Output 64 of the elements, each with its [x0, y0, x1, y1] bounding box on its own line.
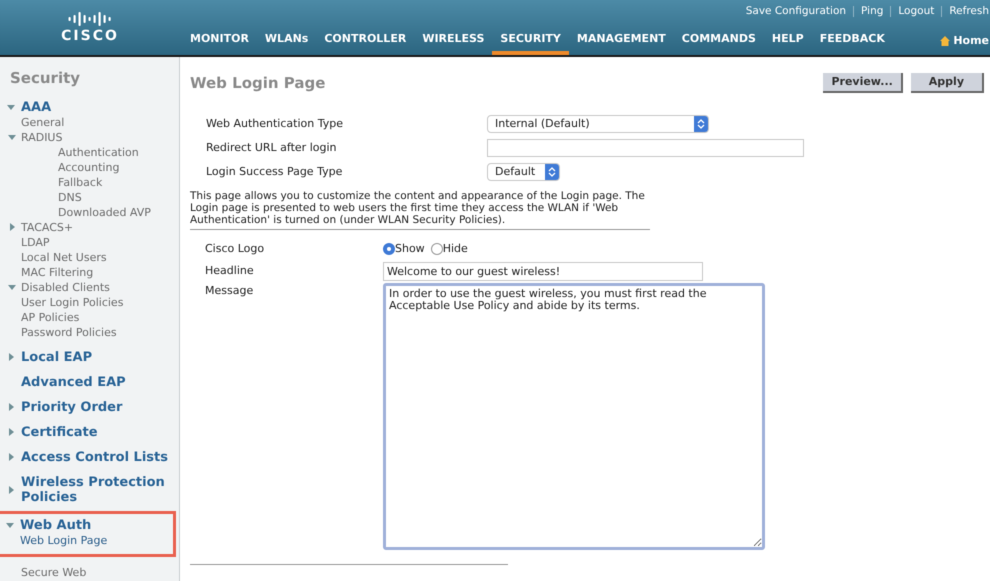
header-link[interactable]: Logout [890, 6, 934, 18]
sidebar-link[interactable]: MAC Filtering [21, 264, 94, 280]
nav-tab[interactable]: FEEDBACK [812, 28, 893, 55]
sidebar-section[interactable]: Advanced EAP [21, 374, 126, 390]
sidebar-link[interactable]: Fallback [58, 174, 102, 190]
sidebar-link[interactable]: Password Policies [21, 324, 117, 340]
radio-label: Show [395, 240, 425, 256]
field-label: Login Success Page Type [206, 164, 344, 180]
sidebar-link[interactable]: Disabled Clients [21, 280, 110, 294]
sidebar-link[interactable]: User Login Policies [21, 294, 124, 310]
home-icon [940, 36, 950, 46]
dropdown-field[interactable]: Internal (Default) [487, 115, 709, 133]
message-textarea[interactable]: In order to use the guest wireless, you must first read the Acceptable Use Policy and abide by its terms. [383, 283, 765, 550]
field-label: Redirect URL after login [206, 140, 338, 156]
field-label: Web Authentication Type [206, 116, 344, 132]
field-label: Headline [205, 263, 255, 280]
header-link[interactable]: Save Configuration [746, 4, 846, 20]
home-link[interactable]: Home [940, 32, 989, 55]
radio-label: Hide [442, 240, 468, 256]
sidebar-link[interactable]: TACACS+ [21, 220, 74, 234]
sidebar-section[interactable]: Wireless Protection Policies [21, 474, 171, 504]
nav-tab[interactable]: MONITOR [182, 28, 257, 55]
nav-tab[interactable]: CONTROLLER [316, 28, 414, 55]
sidebar-section[interactable]: AAA [21, 100, 52, 114]
radio-button[interactable] [383, 242, 395, 255]
sidebar-title: Security [9, 68, 82, 89]
sidebar-link[interactable]: AP Policies [21, 310, 80, 324]
input-field[interactable]: Welcome to our guest wireless! [383, 262, 703, 281]
sidebar-section[interactable]: Web Auth [20, 518, 92, 532]
dropdown-field[interactable]: Default [487, 163, 560, 181]
sidebar-link[interactable]: Accounting [58, 160, 120, 174]
field-label: Cisco Logo [205, 240, 266, 256]
nav-tab[interactable]: MANAGEMENT [568, 28, 674, 55]
nav-tab[interactable]: HELP [764, 28, 812, 55]
action-button[interactable]: Preview... [823, 73, 903, 94]
logo-wordmark: CISCO [61, 26, 119, 44]
sidebar-link[interactable]: Downloaded AVP [58, 204, 151, 220]
sidebar-link[interactable]: Authentication [58, 144, 139, 160]
header-link[interactable]: Ping [853, 6, 884, 18]
sidebar-link[interactable]: General [21, 114, 64, 130]
radio-button[interactable] [430, 242, 443, 255]
sidebar-section[interactable]: Priority Order [21, 400, 122, 414]
header-link[interactable]: Refresh [941, 6, 989, 18]
input-field[interactable] [487, 139, 804, 157]
sidebar-link[interactable]: Local Net Users [21, 250, 107, 264]
sidebar-link[interactable]: RADIUS [21, 130, 62, 144]
sidebar-link[interactable]: Web Login Page [20, 532, 108, 548]
action-button[interactable]: Apply [910, 73, 984, 94]
nav-tab[interactable]: SECURITY [492, 28, 569, 55]
nav-tab[interactable]: COMMANDS [674, 28, 764, 55]
page-title: Web Login Page [190, 73, 326, 94]
sidebar-section[interactable]: Access Control Lists [21, 450, 168, 464]
nav-tab[interactable]: WIRELESS [414, 28, 492, 55]
sidebar-link[interactable]: LDAP [21, 234, 50, 250]
sidebar-link[interactable]: DNS [58, 190, 82, 204]
sidebar-section[interactable]: Certificate [21, 424, 98, 440]
dropdown-stepper-icon [545, 164, 559, 180]
sidebar-section[interactable]: Local EAP [21, 350, 92, 364]
description-text: This page allows you to customize the content and appearance of the Login page. The Login page is presented to web users the first time they access the WLAN if 'Web Authentication' is turned on (under WLAN Security Policies). [190, 190, 650, 230]
field-label: Message [205, 283, 254, 299]
dropdown-stepper-icon [694, 116, 708, 132]
nav-tab[interactable]: WLANs [256, 28, 316, 55]
logo-bars-icon [68, 10, 112, 26]
sidebar-link[interactable]: Secure Web [21, 566, 86, 578]
